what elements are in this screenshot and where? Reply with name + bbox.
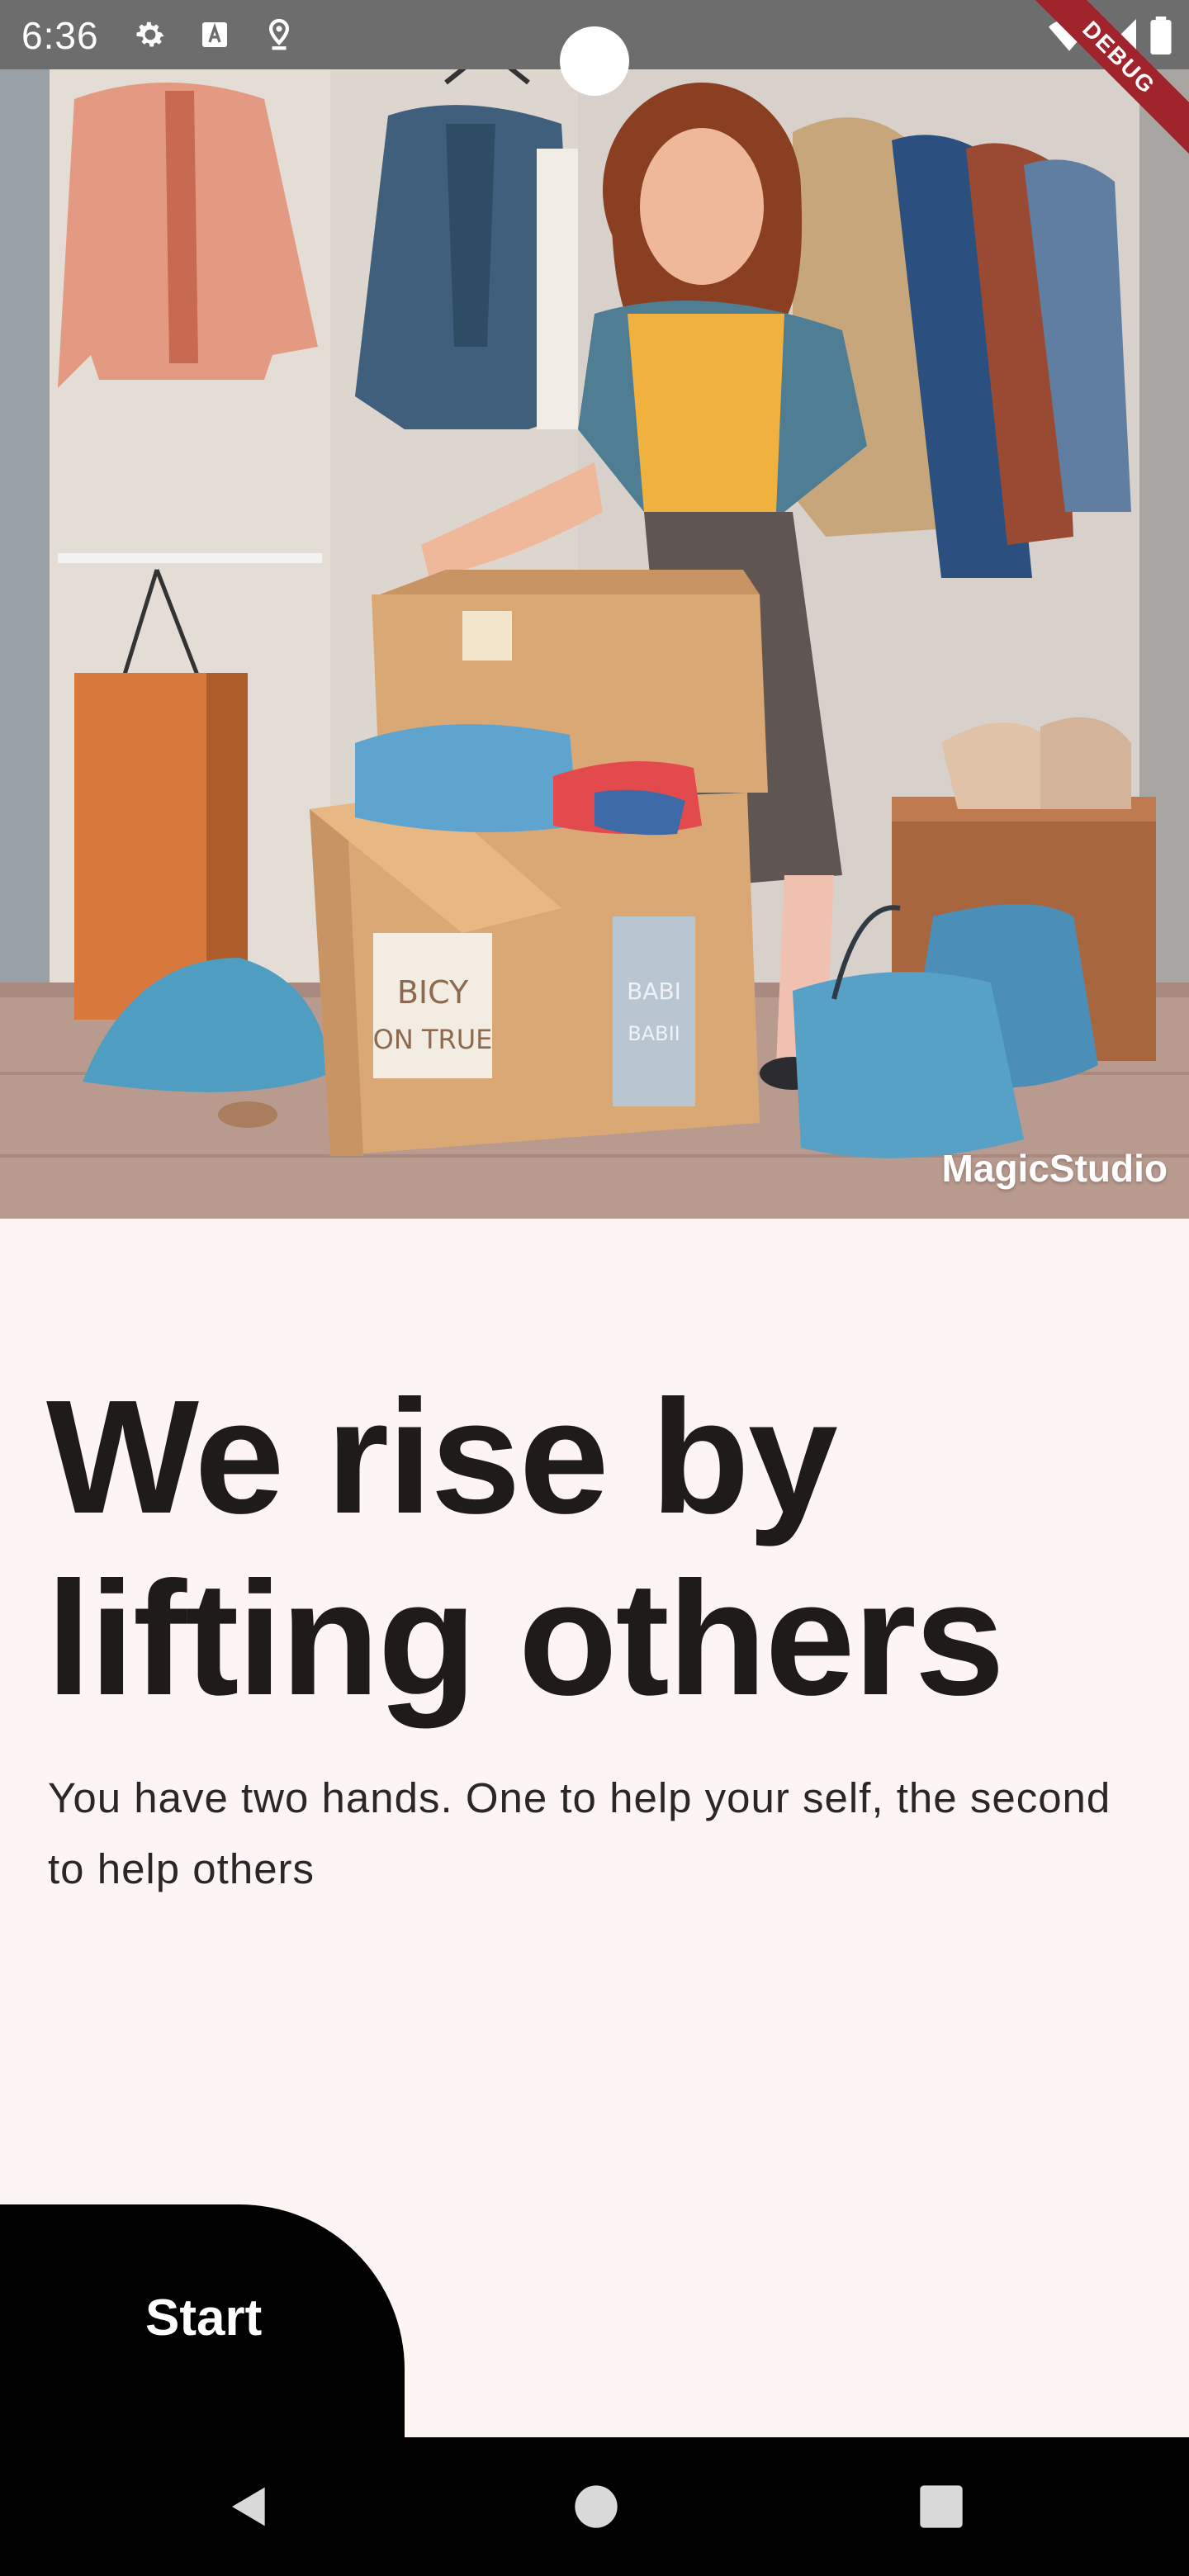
start-button-label: Start — [145, 2290, 263, 2346]
page-subtitle: You have two hands. One to help your sel… — [48, 1774, 1111, 1892]
recents-square-icon[interactable] — [915, 2480, 968, 2533]
home-circle-icon[interactable] — [570, 2480, 623, 2533]
box-tag-line-2: BABII — [628, 1022, 680, 1045]
font-a-icon — [197, 17, 233, 53]
location-pin-icon — [261, 17, 297, 53]
start-button[interactable]: Start — [0, 2204, 405, 2437]
status-bar: 6:36 DEBUG — [0, 0, 1189, 156]
box-label-line-1: BICY — [397, 974, 469, 1011]
camera-cutout — [560, 26, 629, 96]
box-label-line-2: ON TRUE — [373, 1024, 493, 1055]
illustration-clothes-donation: BICY ON TRUE BABI BABII — [0, 0, 1189, 1219]
box-tag-line-1: BABI — [627, 978, 681, 1005]
settings-icon — [132, 17, 168, 53]
back-triangle-icon[interactable] — [223, 2480, 276, 2533]
battery-icon — [1149, 17, 1172, 59]
status-time: 6:36 — [21, 14, 99, 57]
system-navigation-bar — [0, 2437, 1189, 2576]
page-headline: We rise by lifting others — [46, 1366, 1005, 1729]
hero-illustration: BICY ON TRUE BABI BABII MagicStudio — [0, 0, 1189, 1219]
status-notification-icons — [132, 17, 297, 53]
magicstudio-watermark: MagicStudio — [941, 1147, 1168, 1190]
